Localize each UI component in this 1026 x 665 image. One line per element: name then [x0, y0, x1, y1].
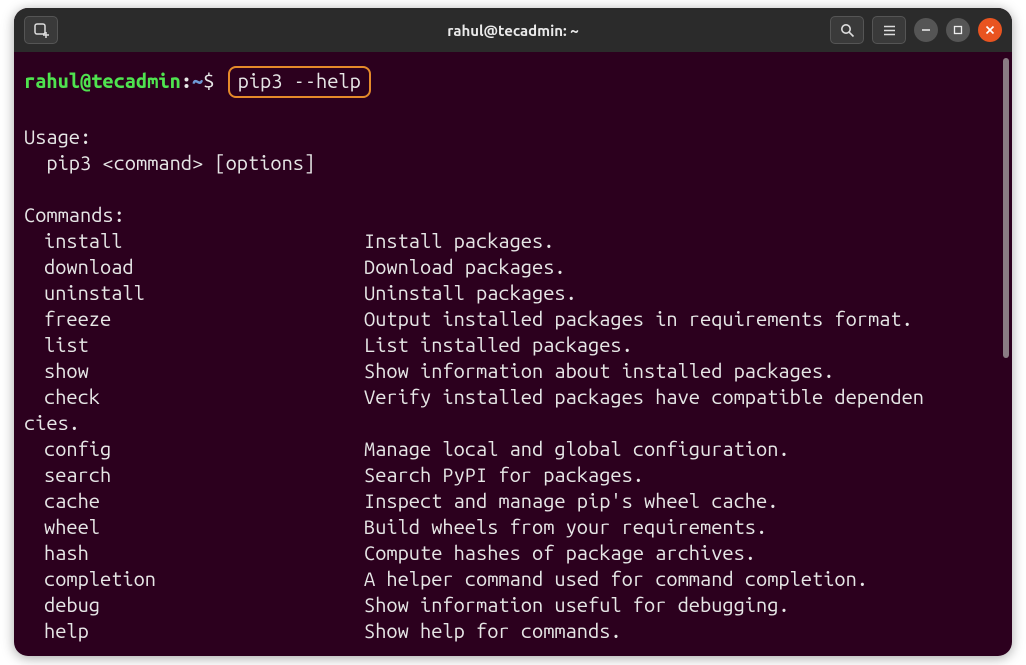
prompt-path: ~: [192, 69, 203, 92]
command-name: cache: [24, 488, 364, 514]
command-row: checkVerify installed packages have comp…: [24, 384, 1012, 410]
command-highlight: pip3 --help: [228, 66, 371, 98]
command-desc: Output installed packages in requirement…: [364, 306, 1012, 332]
command-row: cacheInspect and manage pip's wheel cach…: [24, 488, 1012, 514]
command-row: hashCompute hashes of package archives.: [24, 540, 1012, 566]
prompt-line: rahul@tecadmin:~$ pip3 --help: [24, 66, 1012, 98]
menu-button[interactable]: [872, 16, 906, 44]
blank-line: [24, 176, 1012, 202]
command-name: help: [24, 618, 364, 644]
command-name: wheel: [24, 514, 364, 540]
command-desc: Download packages.: [364, 254, 1012, 280]
close-icon: [985, 25, 995, 35]
command-name: check: [24, 384, 364, 410]
command-name: config: [24, 436, 364, 462]
command-desc: Inspect and manage pip's wheel cache.: [364, 488, 1012, 514]
command-row: wheelBuild wheels from your requirements…: [24, 514, 1012, 540]
command-row: installInstall packages.: [24, 228, 1012, 254]
command-text: pip3 --help: [238, 69, 361, 92]
command-name: install: [24, 228, 364, 254]
search-button[interactable]: [830, 16, 864, 44]
terminal-body[interactable]: rahul@tecadmin:~$ pip3 --help Usage: pip…: [14, 52, 1012, 656]
command-name: hash: [24, 540, 364, 566]
command-desc: Verify installed packages have compatibl…: [364, 384, 1012, 410]
maximize-button[interactable]: [946, 18, 970, 42]
command-name: completion: [24, 566, 364, 592]
command-row: completionA helper command used for comm…: [24, 566, 1012, 592]
command-desc: Build wheels from your requirements.: [364, 514, 1012, 540]
command-name: show: [24, 358, 364, 384]
command-row: freezeOutput installed packages in requi…: [24, 306, 1012, 332]
command-desc: Uninstall packages.: [364, 280, 1012, 306]
minimize-button[interactable]: [914, 18, 938, 42]
command-desc: Manage local and global configuration.: [364, 436, 1012, 462]
command-row: helpShow help for commands.: [24, 618, 1012, 644]
command-desc: Show information about installed package…: [364, 358, 1012, 384]
command-name: list: [24, 332, 364, 358]
command-desc: Show information useful for debugging.: [364, 592, 1012, 618]
command-row: configManage local and global configurat…: [24, 436, 1012, 462]
command-name: freeze: [24, 306, 364, 332]
prompt-user-host: rahul@tecadmin: [24, 69, 181, 92]
command-name: uninstall: [24, 280, 364, 306]
hamburger-icon: [882, 23, 897, 38]
command-row: searchSearch PyPI for packages.: [24, 462, 1012, 488]
usage-line: pip3 <command> [options]: [24, 150, 1012, 176]
scrollbar[interactable]: [1003, 58, 1009, 358]
command-name: debug: [24, 592, 364, 618]
close-button[interactable]: [978, 18, 1002, 42]
command-row: listList installed packages.: [24, 332, 1012, 358]
titlebar: rahul@tecadmin: ~: [14, 8, 1012, 52]
prompt-colon: :: [181, 69, 192, 92]
command-desc: Search PyPI for packages.: [364, 462, 1012, 488]
command-desc: A helper command used for command comple…: [364, 566, 1012, 592]
usage-header: Usage:: [24, 124, 1012, 150]
new-tab-icon: [33, 22, 49, 38]
search-icon: [840, 23, 855, 38]
command-desc: Show help for commands.: [364, 618, 1012, 644]
command-row: showShow information about installed pac…: [24, 358, 1012, 384]
command-name: download: [24, 254, 364, 280]
new-tab-button[interactable]: [24, 16, 58, 44]
commands-list: installInstall packages.downloadDownload…: [24, 228, 1012, 644]
command-row: downloadDownload packages.: [24, 254, 1012, 280]
command-desc: Install packages.: [364, 228, 1012, 254]
command-row: uninstallUninstall packages.: [24, 280, 1012, 306]
command-desc: Compute hashes of package archives.: [364, 540, 1012, 566]
command-desc: List installed packages.: [364, 332, 1012, 358]
terminal-window: rahul@tecadmin: ~: [14, 8, 1012, 656]
minimize-icon: [921, 25, 931, 35]
command-desc-wrap: cies.: [24, 410, 1012, 436]
command-name: search: [24, 462, 364, 488]
command-row: debugShow information useful for debuggi…: [24, 592, 1012, 618]
blank-line: [24, 98, 1012, 124]
commands-header: Commands:: [24, 202, 1012, 228]
prompt-dollar: $: [203, 69, 214, 92]
maximize-icon: [953, 25, 963, 35]
